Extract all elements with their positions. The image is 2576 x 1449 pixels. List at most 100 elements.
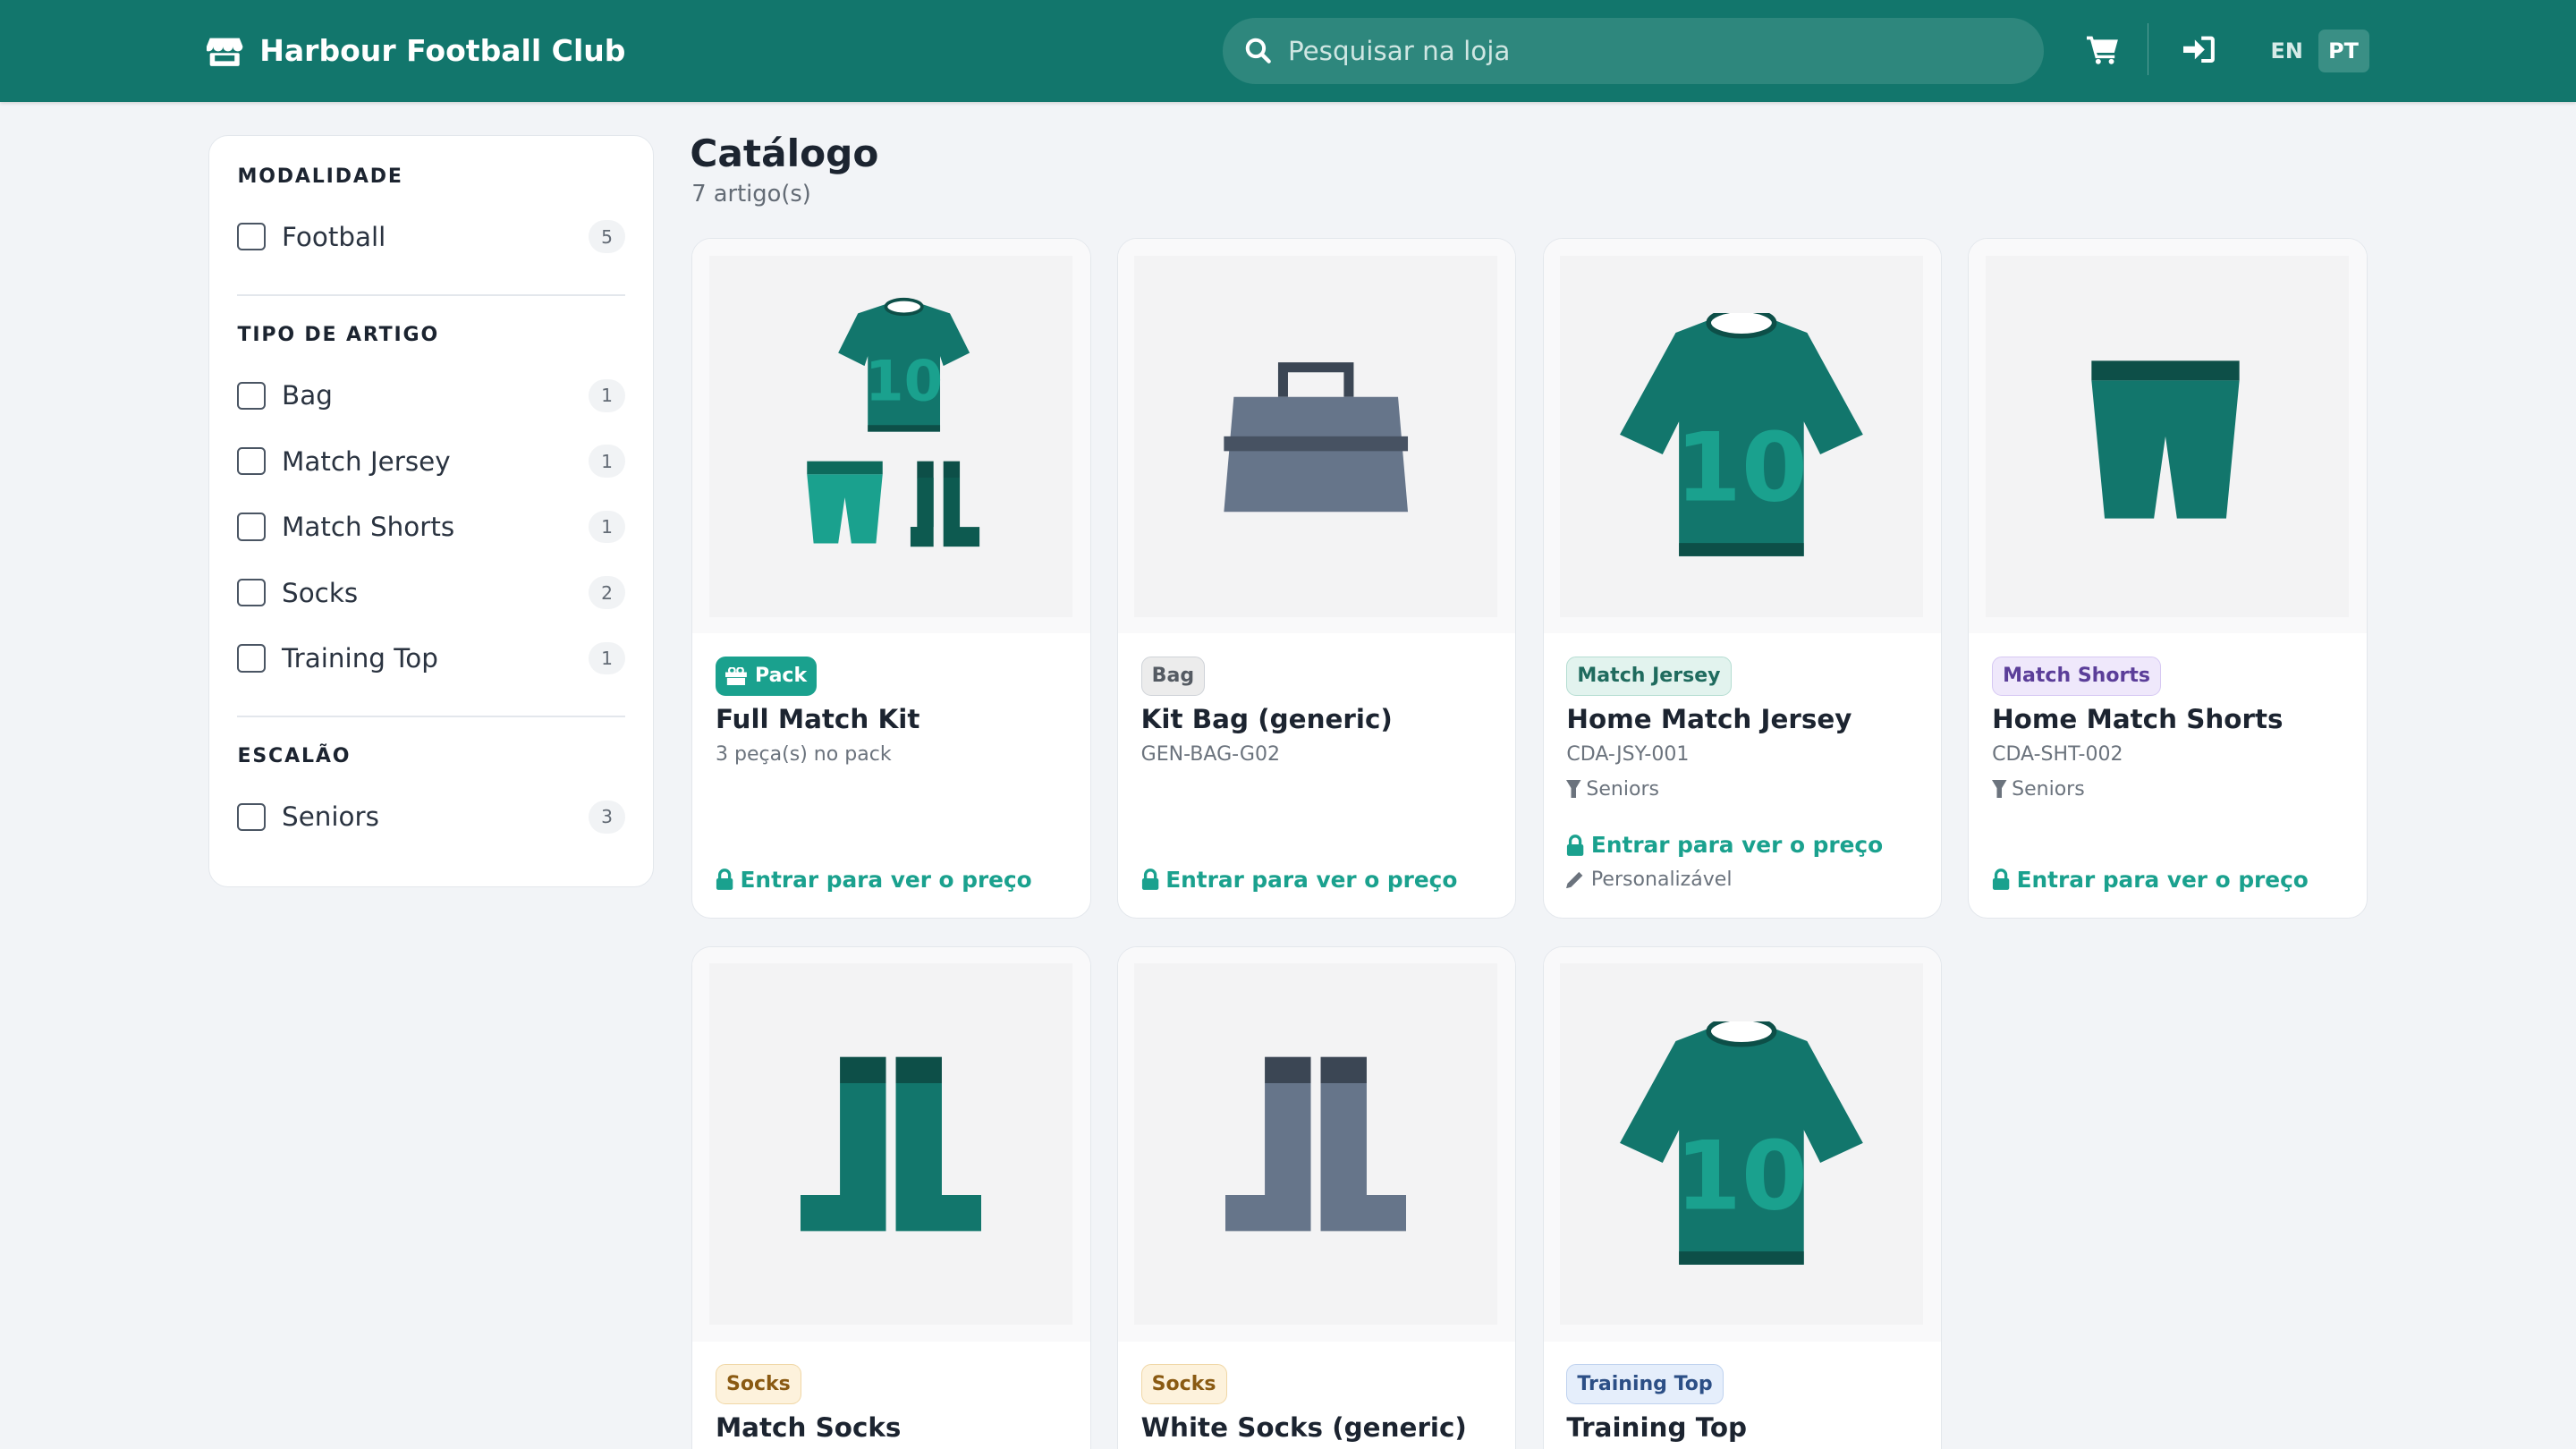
top-navbar: Harbour Football Club EN PT	[0, 0, 2576, 102]
checkbox[interactable]	[237, 578, 266, 607]
filter-group-title-escalao: ESCALÃO	[237, 745, 352, 768]
checkbox[interactable]	[237, 223, 266, 251]
product-image	[708, 963, 1072, 1326]
login-for-price-link[interactable]: Entrar para ver o preço	[1141, 867, 1457, 893]
product-image	[1134, 255, 1498, 617]
svg-text:10: 10	[1675, 1121, 1808, 1232]
person-icon	[1566, 780, 1581, 799]
filter-option-label: Socks	[282, 577, 359, 608]
filter-group-title-tipo: TIPO DE ARTIGO	[237, 324, 440, 347]
product-title[interactable]: Home Match Shorts	[1992, 704, 2283, 734]
badge-label: Socks	[725, 1372, 791, 1395]
product-card[interactable]: Socks Match Socks	[691, 945, 1091, 1449]
filter-option-training-top[interactable]: Training Top 1	[237, 625, 625, 691]
product-type-badge: Socks	[715, 1364, 801, 1404]
filter-divider	[237, 716, 625, 718]
badge-label: Match Shorts	[2003, 665, 2151, 688]
product-title[interactable]: Training Top	[1566, 1412, 1747, 1443]
filter-option-socks[interactable]: Socks 2	[237, 560, 625, 625]
lock-icon	[1567, 835, 1584, 856]
customizable-tag: Personalizável	[1566, 869, 1732, 891]
catalog-count: 7 artigo(s)	[691, 181, 811, 208]
product-subtitle: CDA-SHT-002	[1992, 743, 2123, 767]
product-type-badge: Match Jersey	[1566, 656, 1732, 696]
jersey-icon: 10	[1620, 1021, 1863, 1265]
filter-option-label: Bag	[282, 380, 333, 411]
product-card[interactable]: Socks White Socks (generic)	[1116, 945, 1517, 1449]
filter-count-badge: 1	[589, 445, 625, 478]
product-card[interactable]: 10 Pack Full Match Kit 3 peça(s) no pack…	[691, 238, 1091, 919]
filter-option-label: Football	[282, 221, 386, 252]
badge-label: Bag	[1151, 665, 1195, 688]
store-icon	[207, 38, 243, 66]
filter-count-badge: 1	[589, 378, 625, 412]
bag-icon	[1224, 362, 1409, 513]
product-title[interactable]: Kit Bag (generic)	[1141, 704, 1393, 734]
product-image: 10	[1560, 255, 1923, 617]
login-icon[interactable]	[2182, 33, 2216, 72]
customizable-label: Personalizável	[1590, 868, 1733, 891]
filter-count-badge: 1	[589, 510, 625, 544]
login-for-price-link[interactable]: Entrar para ver o preço	[1566, 832, 1883, 858]
product-title[interactable]: White Socks (generic)	[1141, 1412, 1467, 1443]
product-card[interactable]: Match Shorts Home Match Shorts CDA-SHT-0…	[1968, 238, 2368, 919]
checkbox[interactable]	[237, 381, 266, 410]
product-subtitle: CDA-JSY-001	[1566, 743, 1690, 767]
filter-option-seniors[interactable]: Seniors 3	[237, 784, 625, 850]
checkbox[interactable]	[237, 513, 266, 541]
product-image: 10	[1560, 963, 1923, 1326]
filter-divider	[237, 294, 625, 296]
filter-count-badge: 3	[589, 801, 625, 834]
socks-icon	[800, 1056, 981, 1232]
product-title[interactable]: Match Socks	[716, 1412, 901, 1443]
filter-option-bag[interactable]: Bag 1	[237, 362, 625, 428]
lang-en-button[interactable]: EN	[2260, 30, 2313, 72]
checkbox[interactable]	[237, 802, 266, 831]
age-group-label: Seniors	[1586, 777, 1660, 801]
age-group-label: Seniors	[2012, 777, 2085, 801]
brand-link[interactable]: Harbour Football Club	[207, 33, 625, 68]
header-divider	[2147, 22, 2149, 76]
product-card[interactable]: Bag Kit Bag (generic) GEN-BAG-G02 Entrar…	[1116, 238, 1517, 919]
shorts-icon	[2091, 360, 2240, 519]
checkbox[interactable]	[237, 644, 266, 673]
badge-label: Match Jersey	[1577, 665, 1721, 688]
brand-name: Harbour Football Club	[259, 33, 626, 69]
product-title[interactable]: Home Match Jersey	[1566, 704, 1852, 734]
age-group-tag: Seniors	[1992, 778, 2085, 801]
filter-sidebar: MODALIDADE Football 5 TIPO DE ARTIGO Bag…	[208, 134, 654, 887]
filter-count-badge: 1	[589, 641, 625, 675]
search-bar[interactable]	[1222, 18, 2044, 84]
person-icon	[1992, 780, 2007, 799]
lang-pt-button[interactable]: PT	[2318, 30, 2369, 72]
filter-option-label: Seniors	[282, 801, 379, 833]
filter-option-label: Match Jersey	[282, 445, 451, 477]
login-for-price-link[interactable]: Entrar para ver o preço	[716, 867, 1032, 893]
price-link-label: Entrar para ver o preço	[740, 866, 1032, 893]
catalog-title: Catálogo	[690, 131, 879, 175]
product-title[interactable]: Full Match Kit	[716, 704, 919, 734]
filter-option-label: Training Top	[282, 642, 438, 674]
product-card[interactable]: 10 Training Top Training Top	[1542, 945, 1942, 1449]
product-image	[1134, 963, 1498, 1326]
search-input[interactable]	[1287, 35, 1979, 66]
kit-icon: 10	[806, 297, 979, 547]
filter-option-match-shorts[interactable]: Match Shorts 1	[237, 494, 625, 559]
product-card[interactable]: 10 Match Jersey Home Match Jersey CDA-JS…	[1542, 238, 1942, 919]
socks-icon	[1225, 1056, 1407, 1232]
pencil-icon	[1566, 871, 1583, 889]
filter-option-football[interactable]: Football 5	[237, 204, 625, 269]
product-image: 10	[708, 255, 1072, 617]
lock-icon	[1992, 869, 2010, 891]
lock-icon	[1141, 869, 1158, 891]
login-for-price-link[interactable]: Entrar para ver o preço	[1992, 867, 2309, 893]
product-image	[1985, 255, 2349, 617]
age-group-tag: Seniors	[1566, 778, 1659, 801]
filter-option-match-jersey[interactable]: Match Jersey 1	[237, 428, 625, 494]
checkbox[interactable]	[237, 446, 266, 476]
product-type-badge: Match Shorts	[1992, 656, 2162, 696]
cart-icon[interactable]	[2086, 33, 2120, 72]
badge-label: Pack	[755, 665, 808, 688]
product-type-badge: Pack	[715, 656, 818, 696]
price-link-label: Entrar para ver o preço	[2016, 866, 2309, 893]
